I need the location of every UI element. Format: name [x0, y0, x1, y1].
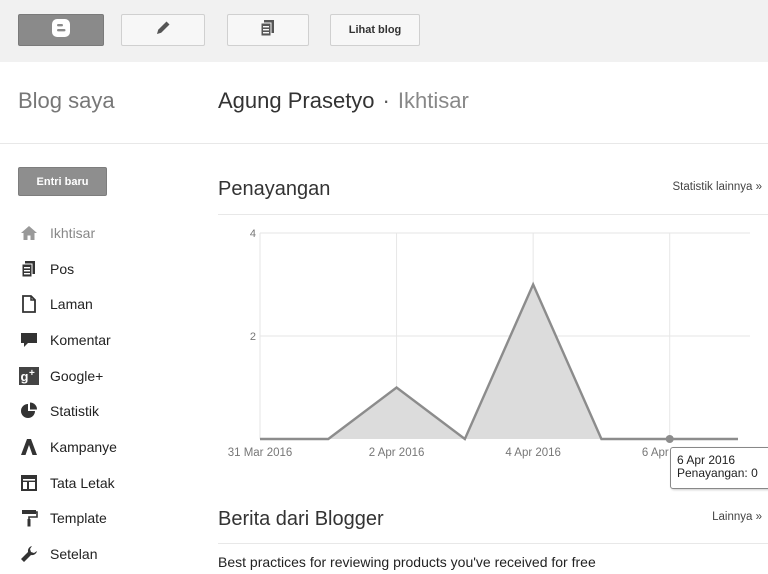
posts-button[interactable]	[227, 14, 309, 46]
x-tick-label: 31 Mar 2016	[228, 447, 293, 459]
my-blogs-link[interactable]: Blog saya	[18, 88, 115, 114]
wrench-icon	[18, 543, 40, 565]
sidebar-item-stats[interactable]: Statistik	[18, 393, 188, 429]
sidebar-item-label: Statistik	[50, 403, 100, 420]
view-blog-button[interactable]: Lihat blog	[330, 14, 420, 46]
tooltip-text: Penayangan: 0	[677, 466, 758, 480]
svg-text:g: g	[21, 369, 29, 384]
posts-icon	[260, 19, 276, 42]
more-stats-link[interactable]: Statistik lainnya »	[673, 181, 763, 193]
sidebar-item-label: Google+	[50, 367, 104, 384]
sidebar-item-label: Komentar	[50, 331, 111, 348]
x-tick-label: 2 Apr 2016	[369, 447, 425, 459]
news-item-link[interactable]: Best practices for reviewing products yo…	[218, 554, 596, 570]
page-name: Ikhtisar	[397, 88, 469, 113]
layout-icon	[18, 472, 40, 494]
title-separator: ·	[382, 88, 390, 113]
sidebar-item-label: Ikhtisar	[50, 224, 96, 241]
more-news-link[interactable]: Lainnya »	[712, 511, 762, 523]
google-plus-icon: g +	[18, 365, 40, 387]
y-tick-label: 2	[250, 331, 256, 343]
sidebar-item-label: Template	[50, 510, 107, 527]
sidebar-item-template[interactable]: Template	[18, 501, 188, 537]
sidebar-item-label: Pos	[50, 260, 75, 277]
sidebar-item-label: Kampanye	[50, 438, 117, 455]
new-post-button[interactable]: Entri baru	[18, 167, 107, 196]
sidebar-item-layout[interactable]: Tata Letak	[18, 465, 188, 501]
pageviews-title: Penayangan	[218, 178, 331, 200]
sidebar-item-posts[interactable]: Pos	[18, 251, 188, 287]
sidebar-item-google-plus[interactable]: g + Google+	[18, 358, 188, 394]
news-title: Berita dari Blogger	[218, 508, 384, 530]
x-tick-label: 4 Apr 2016	[505, 447, 561, 459]
news-divider	[218, 543, 768, 544]
campaign-icon	[18, 436, 40, 458]
page-title: Agung Prasetyo · Ikhtisar	[218, 88, 469, 114]
sidebar-item-label: Tata Letak	[50, 474, 115, 491]
highlight-point	[665, 435, 674, 443]
pie-chart-icon	[18, 400, 40, 422]
sidebar-item-settings[interactable]: Setelan	[18, 536, 188, 572]
y-tick-label: 4	[250, 228, 256, 240]
stats-divider	[218, 214, 768, 215]
paint-roller-icon	[18, 507, 40, 529]
sidebar-item-pages[interactable]: Laman	[18, 286, 188, 322]
svg-text:+: +	[29, 368, 35, 379]
sidebar-item-label: Setelan	[50, 546, 98, 563]
blogger-home-button[interactable]	[18, 14, 104, 46]
sidebar-item-overview[interactable]: Ikhtisar	[18, 215, 188, 251]
sidebar-item-comments[interactable]: Komentar	[18, 322, 188, 358]
comment-icon	[18, 329, 40, 351]
page-icon	[18, 293, 40, 315]
chart-tooltip: 6 Apr 2016 Penayangan: 0	[670, 447, 768, 489]
sidebar-item-label: Laman	[50, 296, 93, 313]
blog-name: Agung Prasetyo	[218, 88, 375, 113]
new-post-pencil-button[interactable]	[121, 14, 205, 46]
home-icon	[18, 222, 40, 244]
sidebar-nav: Ikhtisar Pos Laman Komentar g + Google+ S…	[18, 215, 188, 572]
sidebar-item-campaigns[interactable]: Kampanye	[18, 429, 188, 465]
header-divider	[0, 143, 768, 144]
pencil-icon	[154, 19, 172, 42]
pageviews-chart: 4231 Mar 20162 Apr 20164 Apr 20166 Apr 2…	[228, 228, 750, 459]
posts-icon	[18, 258, 40, 280]
top-toolbar: Lihat blog	[0, 0, 768, 62]
blogger-logo-icon	[51, 18, 71, 43]
